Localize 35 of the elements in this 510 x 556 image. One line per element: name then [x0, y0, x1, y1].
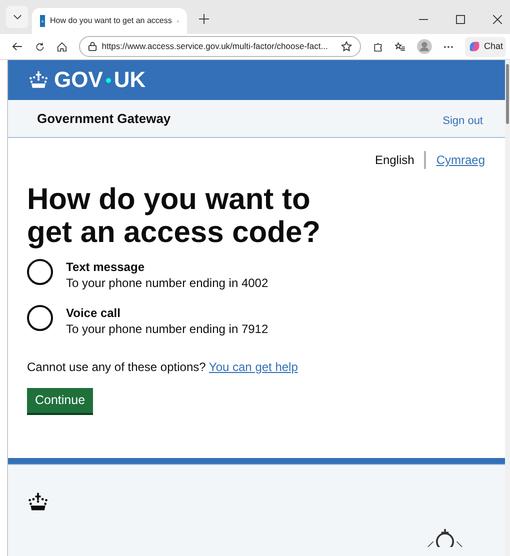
help-link[interactable]: You can get help: [208, 360, 298, 374]
sign-out-link[interactable]: Sign out: [442, 113, 483, 130]
language-current: English: [374, 152, 414, 169]
radio-button[interactable]: [27, 259, 53, 285]
option-label[interactable]: Voice call: [66, 305, 268, 321]
url-text: https://www.access.service.gov.uk/multi-factor/choose-fact...: [102, 40, 329, 53]
service-name[interactable]: Government Gateway: [37, 108, 171, 128]
profile-avatar-icon[interactable]: [417, 39, 432, 54]
tab-title: How do you want to get an access: [50, 15, 172, 27]
home-icon[interactable]: [56, 42, 67, 52]
star-icon[interactable]: [341, 41, 352, 52]
option-label[interactable]: Text message: [66, 259, 268, 275]
new-tab-icon[interactable]: [199, 14, 209, 24]
browser-tab[interactable]: How do you want to get an access: [32, 8, 187, 34]
refresh-icon[interactable]: [34, 42, 45, 52]
back-icon[interactable]: [12, 42, 23, 51]
help-text: Cannot use any of these options? You can get help: [27, 359, 299, 376]
extensions-icon[interactable]: [373, 42, 384, 52]
favorites-icon[interactable]: [395, 42, 406, 52]
address-bar[interactable]: https://www.access.service.gov.uk/multi-factor/choose-fact...: [78, 36, 362, 57]
crown-icon: [28, 71, 49, 89]
language-link[interactable]: Cymraeg: [436, 151, 485, 169]
continue-button[interactable]: Continue: [27, 388, 94, 413]
close-icon[interactable]: [493, 15, 502, 24]
lock-icon: [88, 42, 97, 51]
page-heading: How do you want to get an access code?: [27, 183, 322, 249]
radio-button[interactable]: [27, 305, 53, 331]
option-hint: To your phone number ending in 4002: [66, 275, 268, 291]
govuk-logo[interactable]: GOV UK: [28, 69, 146, 91]
option-hint: To your phone number ending in 7912: [66, 321, 268, 337]
chat-button[interactable]: Chat: [464, 36, 506, 56]
scrollbar-thumb[interactable]: [506, 64, 509, 124]
maximize-icon[interactable]: [456, 15, 465, 24]
copilot-icon: [468, 40, 481, 53]
crown-icon: [27, 492, 49, 512]
